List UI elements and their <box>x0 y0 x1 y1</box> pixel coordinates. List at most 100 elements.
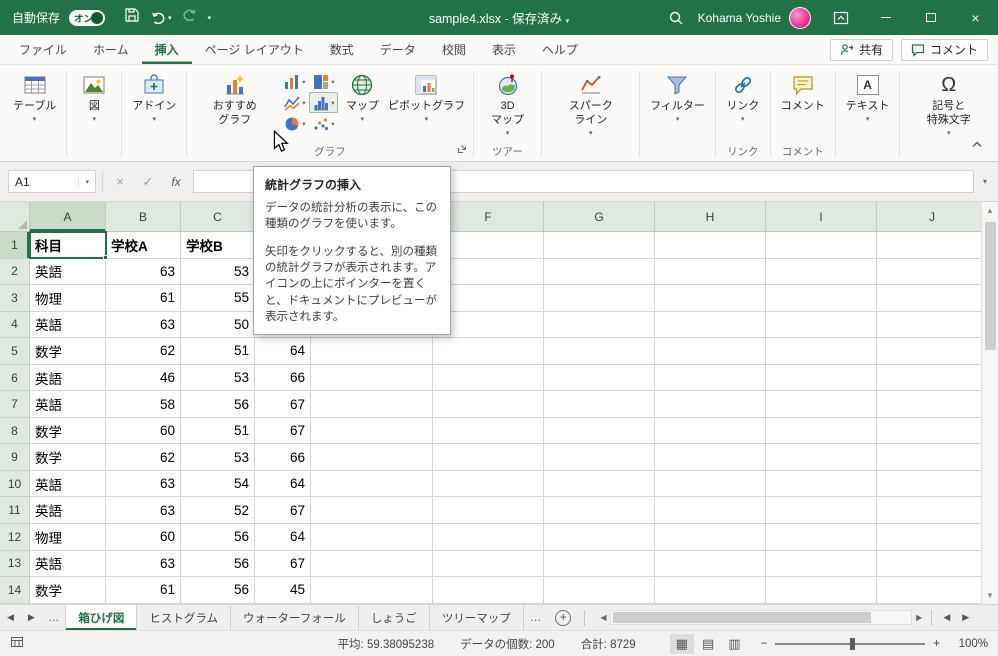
ribbon-tab[interactable]: 表示 <box>479 35 529 64</box>
ribbon-tab[interactable]: ヘルプ <box>529 35 591 64</box>
cell[interactable]: 物理 <box>30 524 106 551</box>
normal-view-button[interactable]: ▦ <box>669 633 694 654</box>
cell[interactable] <box>766 577 877 604</box>
horizontal-scrollbar-thumb[interactable] <box>613 612 872 623</box>
tab-split-left-icon[interactable]: ◀ <box>937 605 956 630</box>
cell[interactable] <box>766 470 877 498</box>
ribbon-tab[interactable]: 挿入 <box>142 35 192 64</box>
ribbon-tab[interactable]: 校閲 <box>429 35 479 64</box>
search-button[interactable] <box>668 10 684 26</box>
cell[interactable]: 英語 <box>30 364 106 392</box>
cell[interactable]: 63 <box>106 258 181 286</box>
cell[interactable] <box>655 285 766 312</box>
cell[interactable] <box>766 311 877 339</box>
comment-button[interactable]: コメント <box>776 69 830 115</box>
vertical-scrollbar-thumb[interactable] <box>985 222 996 350</box>
formula-bar-expand-icon[interactable]: ▾ <box>980 177 990 186</box>
link-button[interactable]: リンク ▾ <box>721 69 765 124</box>
cell[interactable] <box>877 497 988 525</box>
cell[interactable] <box>766 550 877 578</box>
scroll-down-icon[interactable]: ▼ <box>986 587 994 604</box>
cell[interactable]: 60 <box>106 417 181 445</box>
addins-button[interactable]: アドイン ▾ <box>127 69 181 124</box>
cell[interactable] <box>311 550 433 578</box>
cell[interactable] <box>766 444 877 471</box>
cell[interactable]: 60 <box>106 524 181 551</box>
cell[interactable]: 63 <box>106 550 181 578</box>
cell[interactable] <box>877 524 988 551</box>
cell[interactable] <box>433 417 544 445</box>
cell[interactable] <box>877 444 988 471</box>
cell[interactable]: 67 <box>255 417 311 445</box>
cell[interactable] <box>433 497 544 525</box>
page-layout-view-button[interactable]: ▤ <box>696 634 720 654</box>
cell[interactable] <box>766 338 877 365</box>
cell[interactable] <box>766 232 877 259</box>
cell[interactable] <box>544 524 655 551</box>
vertical-scrollbar[interactable]: ▲ ▼ <box>981 202 998 604</box>
recommended-charts-button[interactable]: おすすめ グラフ <box>192 69 277 129</box>
cell[interactable] <box>766 364 877 392</box>
cell[interactable] <box>544 232 655 259</box>
cell[interactable] <box>433 391 544 418</box>
scroll-left-icon[interactable]: ◀ <box>596 613 610 622</box>
column-header[interactable]: G <box>544 202 655 232</box>
maximize-button[interactable] <box>908 0 953 35</box>
cell[interactable] <box>655 470 766 498</box>
undo-button[interactable]: ▾ <box>150 10 172 26</box>
cell[interactable] <box>655 417 766 445</box>
cell[interactable] <box>766 258 877 286</box>
ribbon-tab[interactable]: ページ レイアウト <box>192 35 317 64</box>
insert-statistic-chart-button[interactable]: ▾ <box>309 92 339 113</box>
cell[interactable] <box>655 550 766 578</box>
cell[interactable] <box>766 524 877 551</box>
scroll-right-icon[interactable]: ▶ <box>912 613 926 622</box>
cell[interactable] <box>655 524 766 551</box>
row-header[interactable]: 7 <box>0 391 30 418</box>
cell[interactable] <box>655 311 766 339</box>
row-header[interactable]: 2 <box>0 258 30 286</box>
cell[interactable] <box>877 364 988 392</box>
sheet-tab[interactable]: ツリーマップ <box>430 605 524 630</box>
cell[interactable]: 学校B <box>181 232 255 259</box>
status-average[interactable]: 平均: 59.38095238 <box>338 636 435 652</box>
illustrations-button[interactable]: 図 ▾ <box>72 69 116 124</box>
cell[interactable]: 54 <box>181 470 255 498</box>
zoom-level[interactable]: 100% <box>950 638 988 650</box>
cell[interactable] <box>655 364 766 392</box>
cell[interactable] <box>655 577 766 604</box>
cell[interactable]: 67 <box>255 391 311 418</box>
cell[interactable] <box>655 497 766 525</box>
cell[interactable]: 46 <box>106 364 181 392</box>
cell[interactable]: 英語 <box>30 470 106 498</box>
status-count[interactable]: データの個数: 200 <box>460 636 555 652</box>
cell[interactable] <box>544 364 655 392</box>
cell[interactable]: 53 <box>181 364 255 392</box>
cell[interactable] <box>544 470 655 498</box>
customize-toolbar-button[interactable]: ▾ <box>208 14 212 22</box>
cell[interactable] <box>766 391 877 418</box>
cell[interactable]: 英語 <box>30 391 106 418</box>
cell[interactable]: 64 <box>255 338 311 365</box>
sheet-tab[interactable]: 箱ひげ図 <box>65 605 138 630</box>
user-name[interactable]: Kohama Yoshie <box>698 11 781 25</box>
cell[interactable] <box>877 470 988 498</box>
close-button[interactable]: × <box>953 0 998 35</box>
autosave-toggle[interactable]: オン <box>69 9 106 26</box>
tab-split-right-icon[interactable]: ▶ <box>956 605 975 630</box>
cell[interactable]: 学校A <box>106 232 181 259</box>
cell[interactable] <box>655 338 766 365</box>
sparklines-button[interactable]: スパーク ライン ▾ <box>547 69 634 138</box>
cell[interactable] <box>433 470 544 498</box>
cell[interactable]: 53 <box>181 444 255 471</box>
row-header[interactable]: 6 <box>0 364 30 392</box>
cell[interactable]: 56 <box>181 391 255 418</box>
cell[interactable] <box>877 550 988 578</box>
cell[interactable] <box>544 497 655 525</box>
ribbon-tab[interactable]: ホーム <box>80 35 142 64</box>
row-header[interactable]: 9 <box>0 444 30 471</box>
cell[interactable] <box>544 417 655 445</box>
cell[interactable] <box>655 258 766 286</box>
insert-hierarchy-chart-button[interactable]: ▾ <box>309 71 338 92</box>
cancel-button[interactable]: × <box>109 174 131 189</box>
